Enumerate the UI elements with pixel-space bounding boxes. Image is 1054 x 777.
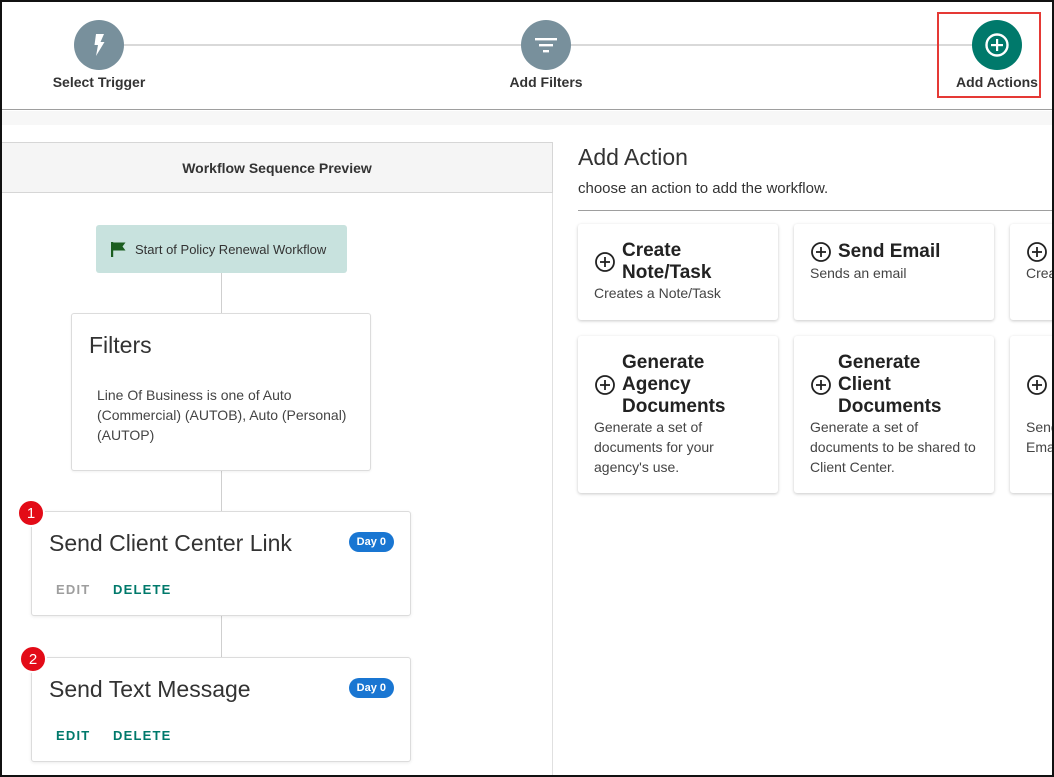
option-title: Send Email xyxy=(838,241,941,262)
app-frame: Select Trigger Add Filters Add Actions W… xyxy=(0,0,1054,777)
filters-text: Line Of Business is one of Auto (Commerc… xyxy=(97,387,347,443)
add-action-title: Add Action xyxy=(578,144,688,170)
option-desc: Generate a set of documents to be shared… xyxy=(810,419,976,475)
filters-title: Filters xyxy=(89,332,152,358)
action-card-text-message: Send Text Message Day 0 EDIT DELETE xyxy=(31,657,411,762)
day-badge: Day 0 xyxy=(348,532,394,552)
option-title: Generate Client Documents xyxy=(838,352,942,417)
step-circle xyxy=(521,20,571,70)
option-send-email[interactable]: Send Email Sends an email xyxy=(794,224,994,320)
step-select-trigger[interactable]: Select Trigger xyxy=(39,2,159,102)
add-circle-icon xyxy=(595,252,615,272)
option-generate-agency-documents[interactable]: Generate Agency Documents Generate a set… xyxy=(578,336,778,493)
option-desc: Crea xyxy=(1026,265,1054,281)
edit-button[interactable]: EDIT xyxy=(56,728,90,743)
preview-header: Workflow Sequence Preview xyxy=(2,142,553,193)
connector-line xyxy=(221,616,222,657)
option-partial-1[interactable]: Crea xyxy=(1010,224,1054,320)
step-label: Select Trigger xyxy=(52,74,146,90)
option-title: Generate Agency Documents xyxy=(622,352,726,417)
add-action-subtitle: choose an action to add the workflow. xyxy=(578,180,829,197)
lightning-icon xyxy=(94,34,105,56)
add-circle-icon xyxy=(1027,375,1047,395)
step-label: Add Filters xyxy=(509,74,583,90)
connector-line xyxy=(221,471,222,511)
workflow-stepper: Select Trigger Add Filters Add Actions xyxy=(2,2,1052,110)
action-card-client-center-link: Send Client Center Link Day 0 EDIT DELET… xyxy=(31,511,411,616)
filter-icon xyxy=(535,38,557,53)
add-circle-icon xyxy=(811,242,831,262)
connector-line xyxy=(221,273,222,313)
option-title: Create Note/Task xyxy=(622,240,712,283)
step-number-badge: 2 xyxy=(19,645,47,673)
action-title: Send Client Center Link xyxy=(49,530,292,556)
filters-card: Filters Line Of Business is one of Auto … xyxy=(71,313,371,471)
toolbar-band xyxy=(2,111,1052,125)
step-number-badge: 1 xyxy=(17,499,45,527)
option-desc: Send Ema xyxy=(1026,419,1054,455)
option-create-note-task[interactable]: Create Note/Task Creates a Note/Task xyxy=(578,224,778,320)
start-node: Start of Policy Renewal Workflow xyxy=(96,225,347,273)
add-circle-icon xyxy=(1027,242,1047,262)
option-desc: Sends an email xyxy=(810,265,907,281)
delete-button[interactable]: DELETE xyxy=(113,728,171,743)
edit-button[interactable]: EDIT xyxy=(56,582,90,597)
add-circle-icon xyxy=(811,375,831,395)
add-circle-icon xyxy=(595,375,615,395)
day-badge: Day 0 xyxy=(348,678,394,698)
option-desc: Creates a Note/Task xyxy=(594,285,721,301)
action-title: Send Text Message xyxy=(49,676,251,702)
step-add-filters[interactable]: Add Filters xyxy=(486,2,606,102)
step-circle xyxy=(74,20,124,70)
workflow-preview-panel: Workflow Sequence Preview Start of Polic… xyxy=(2,142,553,775)
option-partial-2[interactable]: Send Ema xyxy=(1010,336,1054,493)
option-generate-client-documents[interactable]: Generate Client Documents Generate a set… xyxy=(794,336,994,493)
start-node-label: Start of Policy Renewal Workflow xyxy=(135,241,327,257)
highlight-box xyxy=(937,12,1041,98)
delete-button[interactable]: DELETE xyxy=(113,582,171,597)
option-desc: Generate a set of documents for your age… xyxy=(594,419,714,475)
divider xyxy=(578,210,1052,211)
flag-icon xyxy=(110,241,127,258)
